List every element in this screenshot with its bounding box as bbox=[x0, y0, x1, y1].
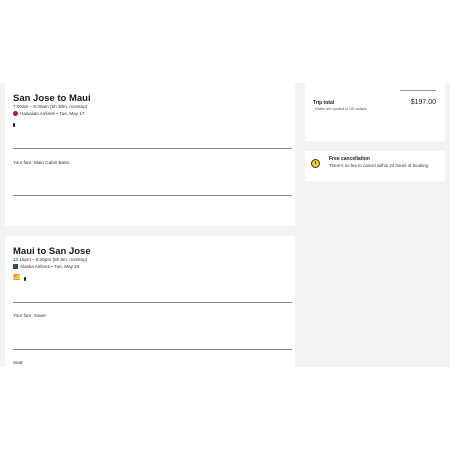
alaska-airlines-logo-icon bbox=[13, 264, 18, 269]
divider bbox=[13, 148, 292, 149]
flight-card-return: Maui to San Jose 12:15pm – 8:20pm (5h 5m… bbox=[5, 236, 295, 367]
wifi-icon: 📶 bbox=[13, 275, 20, 281]
fare-label: Your fare: Saver bbox=[13, 313, 47, 318]
clock-icon bbox=[311, 159, 320, 168]
flight-title: San Jose to Maui bbox=[13, 93, 91, 104]
currency-note: Rates are quoted in US dollars bbox=[315, 107, 367, 111]
flight-time: 7:00am – 9:30am (5h 30m, nonstop) bbox=[13, 104, 88, 109]
cancellation-title: Free cancellation bbox=[329, 156, 370, 162]
amenities bbox=[13, 123, 15, 127]
divider bbox=[13, 302, 292, 303]
free-cancellation-card: Free cancellation There's no fee to canc… bbox=[305, 151, 445, 181]
flight-card-outbound: San Jose to Maui 7:00am – 9:30am (5h 30m… bbox=[5, 83, 295, 226]
fare-label: Your fare: Main Cabin Basic bbox=[13, 160, 70, 165]
hawaiian-airlines-logo-icon bbox=[13, 111, 18, 116]
airline-date-text: Alaska Airlines • Tue, May 24 bbox=[20, 264, 80, 269]
trip-total-card: Trip total Rates are quoted in US dollar… bbox=[305, 83, 445, 141]
divider bbox=[13, 349, 292, 350]
flight-time: 12:15pm – 8:20pm (5h 5m, nonstop) bbox=[13, 257, 88, 262]
trip-total-price: $197.00 bbox=[410, 99, 436, 106]
seat-label: Seat bbox=[13, 360, 23, 365]
power-outlet-icon bbox=[23, 276, 26, 281]
power-outlet-icon bbox=[13, 123, 15, 127]
airline-date-text: Hawaiian Airlines • Tue, May 17 bbox=[20, 111, 85, 116]
divider bbox=[13, 195, 292, 196]
cancellation-text: There's no fee to cancel within 24 hours… bbox=[329, 163, 430, 168]
flight-airline: Hawaiian Airlines • Tue, May 17 bbox=[13, 111, 84, 116]
flight-title: Maui to San Jose bbox=[13, 246, 91, 257]
trip-total-label: Trip total bbox=[313, 100, 335, 106]
amenities: 📶 bbox=[13, 275, 26, 281]
flight-airline: Alaska Airlines • Tue, May 24 bbox=[13, 264, 79, 269]
divider bbox=[400, 90, 436, 91]
